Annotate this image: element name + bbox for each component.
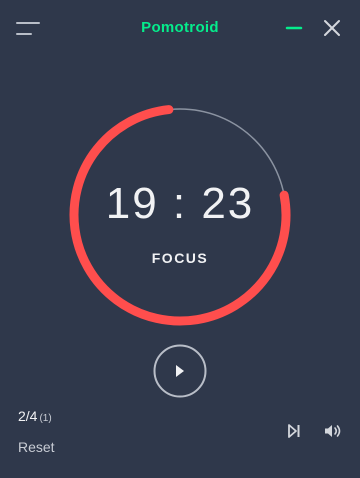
timer-display: 19 : 23 xyxy=(105,179,255,228)
pomotroid-window: Pomotroid 19 : 23 FOCUS 2/4 (1) Reset xyxy=(0,0,360,478)
play-icon xyxy=(176,365,184,377)
reset-button[interactable]: Reset xyxy=(18,439,55,455)
timer-mode-label: FOCUS xyxy=(151,250,209,266)
round-counter: 2/4 (1) xyxy=(18,408,52,424)
volume-icon[interactable] xyxy=(323,423,343,439)
minimize-icon[interactable] xyxy=(284,18,304,38)
app-title: Pomotroid xyxy=(141,19,219,36)
play-button[interactable] xyxy=(153,344,207,398)
total-rounds: (1) xyxy=(39,413,52,424)
round-value: 2/4 xyxy=(18,408,38,424)
skip-forward-icon[interactable] xyxy=(286,423,302,439)
title-bar[interactable]: Pomotroid xyxy=(0,0,360,56)
close-icon[interactable] xyxy=(322,18,342,38)
